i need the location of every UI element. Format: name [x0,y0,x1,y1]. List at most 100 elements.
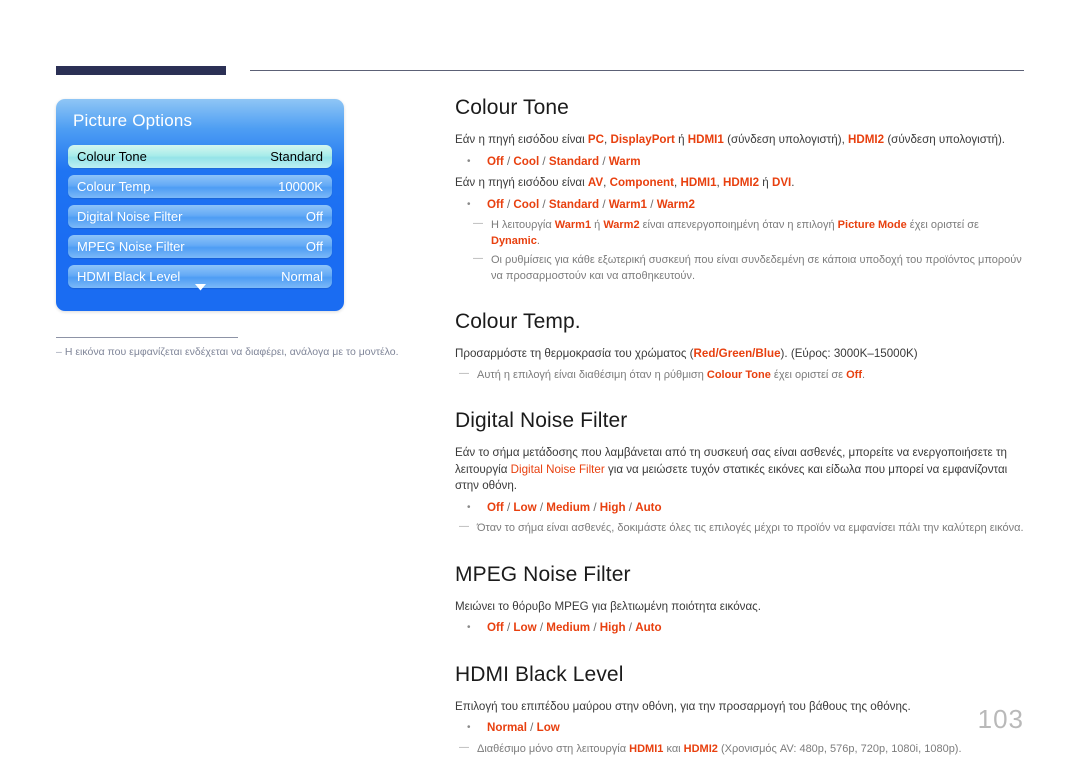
text-run: (σύνδεση υπολογιστή). [884,133,1006,146]
text-run: ). (Εύρος: 3000K–15000K) [780,347,918,360]
section-colour-tone: Colour Tone Εάν η πηγή εισόδου είναι PC,… [455,96,1025,284]
section-title: HDMI Black Level [455,662,624,686]
paragraph-digital-noise-filter: Εάν το σήμα μετάδοσης που λαμβάνεται από… [455,445,1025,495]
option-warm1: Warm1 [608,197,648,211]
option-off: Off [487,197,504,211]
term-hdmi1: HDMI1 [687,133,724,146]
osd-menu-item-colour-tone[interactable]: Colour Tone Standard [68,145,332,168]
note-dash: – [56,346,62,358]
osd-item-value: 10000K [278,179,323,194]
paragraph-input-source-pc: Εάν η πηγή εισόδου είναι PC, DisplayPort… [455,132,1025,149]
text-run: Αυτή η επιλογή είναι διαθέσιμη όταν η ρύ… [477,368,707,381]
paragraph-input-source-av: Εάν η πηγή εισόδου είναι AV, Component, … [455,175,1025,192]
option-normal: Normal [487,721,527,734]
option-cool: Cool [513,154,540,168]
option-low: Low [513,621,537,634]
option-list-colour-tone-av: Off / Cool / Standard / Warm1 / Warm2 [455,197,1025,214]
osd-menu-item-mpeg-noise-filter[interactable]: MPEG Noise Filter Off [68,235,332,258]
note-colour-temp-availability: Αυτή η επιλογή είναι διαθέσιμη όταν η ρύ… [455,366,1025,384]
osd-item-value: Off [305,239,323,254]
section-title: Colour Tone [455,96,569,119]
term-digital-noise-filter: Digital Noise Filter [510,462,605,476]
text-run: Η λειτουργία [491,219,555,231]
term-dvi: DVI [771,176,792,189]
text-run: και [663,742,684,755]
option-list-hdmi-black-level: Normal / Low [455,720,1025,737]
text-run: ή [674,133,688,146]
term-off: Off [846,368,862,381]
left-figure-note: – Η εικόνα που εμφανίζεται ενδέχεται να δ… [56,345,416,359]
option-auto: Auto [635,500,662,514]
osd-item-value: Normal [281,269,323,284]
section-title: MPEG Noise Filter [455,562,631,586]
osd-item-label: Digital Noise Filter [77,209,183,224]
paragraph-hdmi-black-level: Επιλογή του επιπέδου μαύρου στην οθόνη, … [455,699,911,713]
text-run: ή [591,219,604,231]
osd-scroll-down-arrow[interactable] [56,284,344,294]
term-picture-mode: Picture Mode [837,219,907,231]
text-run: ή [759,176,772,189]
term-rgb: Red/Green/Blue [693,347,781,360]
left-note-divider [56,337,238,338]
option-high: High [599,621,626,634]
chevron-down-icon [194,284,206,291]
paragraph-mpeg-noise-filter: Μειώνει το θόρυβο MPEG για βελτιωμένη πο… [455,599,761,613]
term-hdmi2: HDMI2 [683,742,718,755]
option-off: Off [487,154,504,168]
header-accent-block [56,66,226,75]
term-warm1: Warm1 [554,219,592,231]
header-rule [250,70,1024,71]
option-standard: Standard [548,197,600,211]
option-off: Off [487,500,504,514]
note-hdmi-availability: Διαθέσιμο μόνο στη λειτουργία HDMI1 και … [455,740,1025,758]
term-hdmi2: HDMI2 [722,176,760,189]
option-warm: Warm [608,154,641,168]
document-page: Picture Options Colour Tone Standard Col… [0,0,1080,763]
option-low: Low [513,500,537,514]
section-hdmi-black-level: HDMI Black Level Επιλογή του επιπέδου μα… [455,663,1025,758]
text-run: (σύνδεση υπολογιστή), [723,133,849,146]
right-column: Colour Tone Εάν η πηγή εισόδου είναι PC,… [455,96,1025,761]
osd-picture-options-panel: Picture Options Colour Tone Standard Col… [56,99,344,311]
section-title: Colour Temp. [455,310,581,333]
page-number: 103 [977,704,1024,734]
term-component: Component [609,176,674,189]
text-run: Προσαρμόστε τη θερμοκρασία του χρώματος … [455,347,694,360]
text-run: Εάν η πηγή εισόδου είναι [455,176,588,189]
term-dynamic: Dynamic [491,234,537,247]
term-hdmi2: HDMI2 [848,133,885,146]
option-cool: Cool [513,197,540,211]
term-displayport: DisplayPort [610,133,675,146]
osd-menu-list: Colour Tone Standard Colour Temp. 10000K… [68,145,332,295]
text-run: . [536,234,540,247]
section-title: Digital Noise Filter [455,409,628,432]
text-run: Όταν το σήμα είναι ασθενές, δοκιμάστε όλ… [477,522,1024,534]
osd-item-label: Colour Tone [77,149,147,164]
text-run: (Χρονισμός AV: 480p, 576p, 720p, 1080i, … [717,742,962,755]
term-av: AV [587,176,604,189]
section-colour-temp: Colour Temp. Προσαρμόστε τη θερμοκρασία … [455,310,1025,383]
section-mpeg-noise-filter: MPEG Noise Filter Μειώνει το θόρυβο MPEG… [455,563,1025,637]
option-low: Low [536,721,560,734]
osd-item-label: MPEG Noise Filter [77,239,185,254]
term-colour-tone: Colour Tone [706,368,771,381]
option-medium: Medium [546,621,591,634]
osd-item-value: Off [305,209,323,224]
osd-panel-title: Picture Options [73,111,193,130]
note-weak-signal: Όταν το σήμα είναι ασθενές, δοκιμάστε όλ… [455,519,1025,537]
osd-menu-item-digital-noise-filter[interactable]: Digital Noise Filter Off [68,205,332,228]
left-column: Picture Options Colour Tone Standard Col… [56,99,399,358]
term-hdmi1: HDMI1 [680,176,717,189]
option-list-mpeg-noise-filter: Off / Low / Medium / High / Auto [455,620,1025,637]
osd-item-value: Standard [270,149,323,164]
option-medium: Medium [546,500,591,514]
osd-item-label: Colour Temp. [77,179,155,194]
term-pc: PC [587,133,604,146]
option-standard: Standard [548,154,600,168]
option-warm2: Warm2 [656,197,695,211]
option-high: High [599,500,626,514]
text-run: έχει οριστεί σε [770,368,847,381]
option-list-digital-noise-filter: Off / Low / Medium / High / Auto [455,500,1025,517]
osd-menu-item-colour-temp[interactable]: Colour Temp. 10000K [68,175,332,198]
osd-item-label: HDMI Black Level [77,269,181,284]
